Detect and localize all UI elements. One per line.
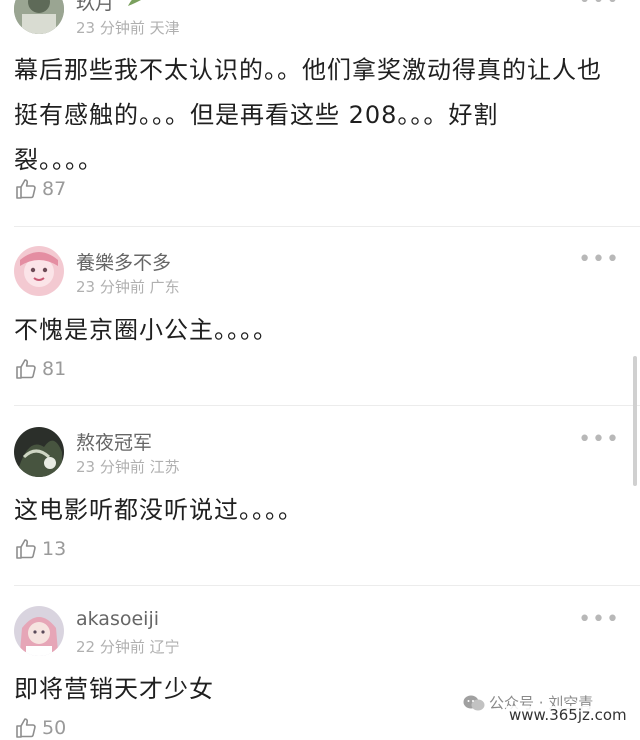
divider xyxy=(14,585,640,586)
like-count: 81 xyxy=(42,358,67,380)
more-options-icon[interactable]: ••• xyxy=(578,609,620,631)
comment-time: 23 分钟前 xyxy=(76,278,145,296)
comment-text-line: 这电影听都没听说过。。。。 xyxy=(14,496,303,524)
leaf-icon xyxy=(126,0,154,12)
comment-text-line: 不愧是京圈小公主。。。。 xyxy=(14,316,278,344)
like-count: 87 xyxy=(42,178,67,200)
like-count: 13 xyxy=(42,538,67,560)
watermark-site: www.365jz.com xyxy=(506,706,630,724)
comment-time: 22 分钟前 xyxy=(76,638,145,656)
like-button[interactable]: 87 xyxy=(14,177,66,201)
avatar[interactable] xyxy=(14,0,64,34)
thumbs-up-icon xyxy=(16,718,36,738)
comment-text: 不愧是京圈小公主。。。。 xyxy=(14,308,624,353)
avatar[interactable] xyxy=(14,606,64,656)
avatar[interactable] xyxy=(14,427,64,477)
more-options-icon[interactable]: ••• xyxy=(578,249,620,271)
thumbs-up-icon xyxy=(16,539,36,559)
comment-meta: 23 分钟前 广东 xyxy=(76,276,180,297)
comment-text: 幕后那些我不太认识的。。他们拿奖激动得真的让人也 挺有感触的。。。但是再看这些 … xyxy=(14,48,624,183)
comment-meta: 23 分钟前 江苏 xyxy=(76,456,180,477)
comment-meta: 22 分钟前 辽宁 xyxy=(76,636,180,657)
divider xyxy=(14,226,640,227)
comment-text-line: 裂。。。。 xyxy=(14,146,103,174)
comment-meta: 23 分钟前 天津 xyxy=(76,17,180,38)
comment-location: 广东 xyxy=(149,278,180,296)
wechat-icon xyxy=(463,695,485,710)
comment-time: 23 分钟前 xyxy=(76,19,145,37)
like-button[interactable]: 13 xyxy=(14,537,66,561)
thumbs-up-icon xyxy=(16,359,36,379)
comment-location: 辽宁 xyxy=(149,638,180,656)
avatar[interactable] xyxy=(14,246,64,296)
username[interactable]: akasoeiji xyxy=(76,608,159,630)
comment-time: 23 分钟前 xyxy=(76,458,145,476)
comment-text-line: 幕后那些我不太认识的。。他们拿奖激动得真的让人也 xyxy=(14,56,602,84)
like-count: 50 xyxy=(42,717,67,739)
more-options-icon[interactable]: ••• xyxy=(578,429,620,451)
username[interactable]: 玖月 xyxy=(76,0,114,15)
comment-text-line: 挺有感触的。。。但是再看这些 208。。。好割 xyxy=(14,101,499,129)
like-button[interactable]: 81 xyxy=(14,357,66,381)
username[interactable]: 熬夜冠军 xyxy=(76,428,152,455)
comment-text: 这电影听都没听说过。。。。 xyxy=(14,488,624,533)
username[interactable]: 養樂多不多 xyxy=(76,248,171,275)
divider xyxy=(14,405,640,406)
thumbs-up-icon xyxy=(16,179,36,199)
scrollbar[interactable] xyxy=(633,356,637,486)
more-options-icon[interactable]: ••• xyxy=(578,0,620,12)
like-button[interactable]: 50 xyxy=(14,716,66,740)
comment-location: 江苏 xyxy=(149,458,180,476)
comment-location: 天津 xyxy=(149,19,180,37)
